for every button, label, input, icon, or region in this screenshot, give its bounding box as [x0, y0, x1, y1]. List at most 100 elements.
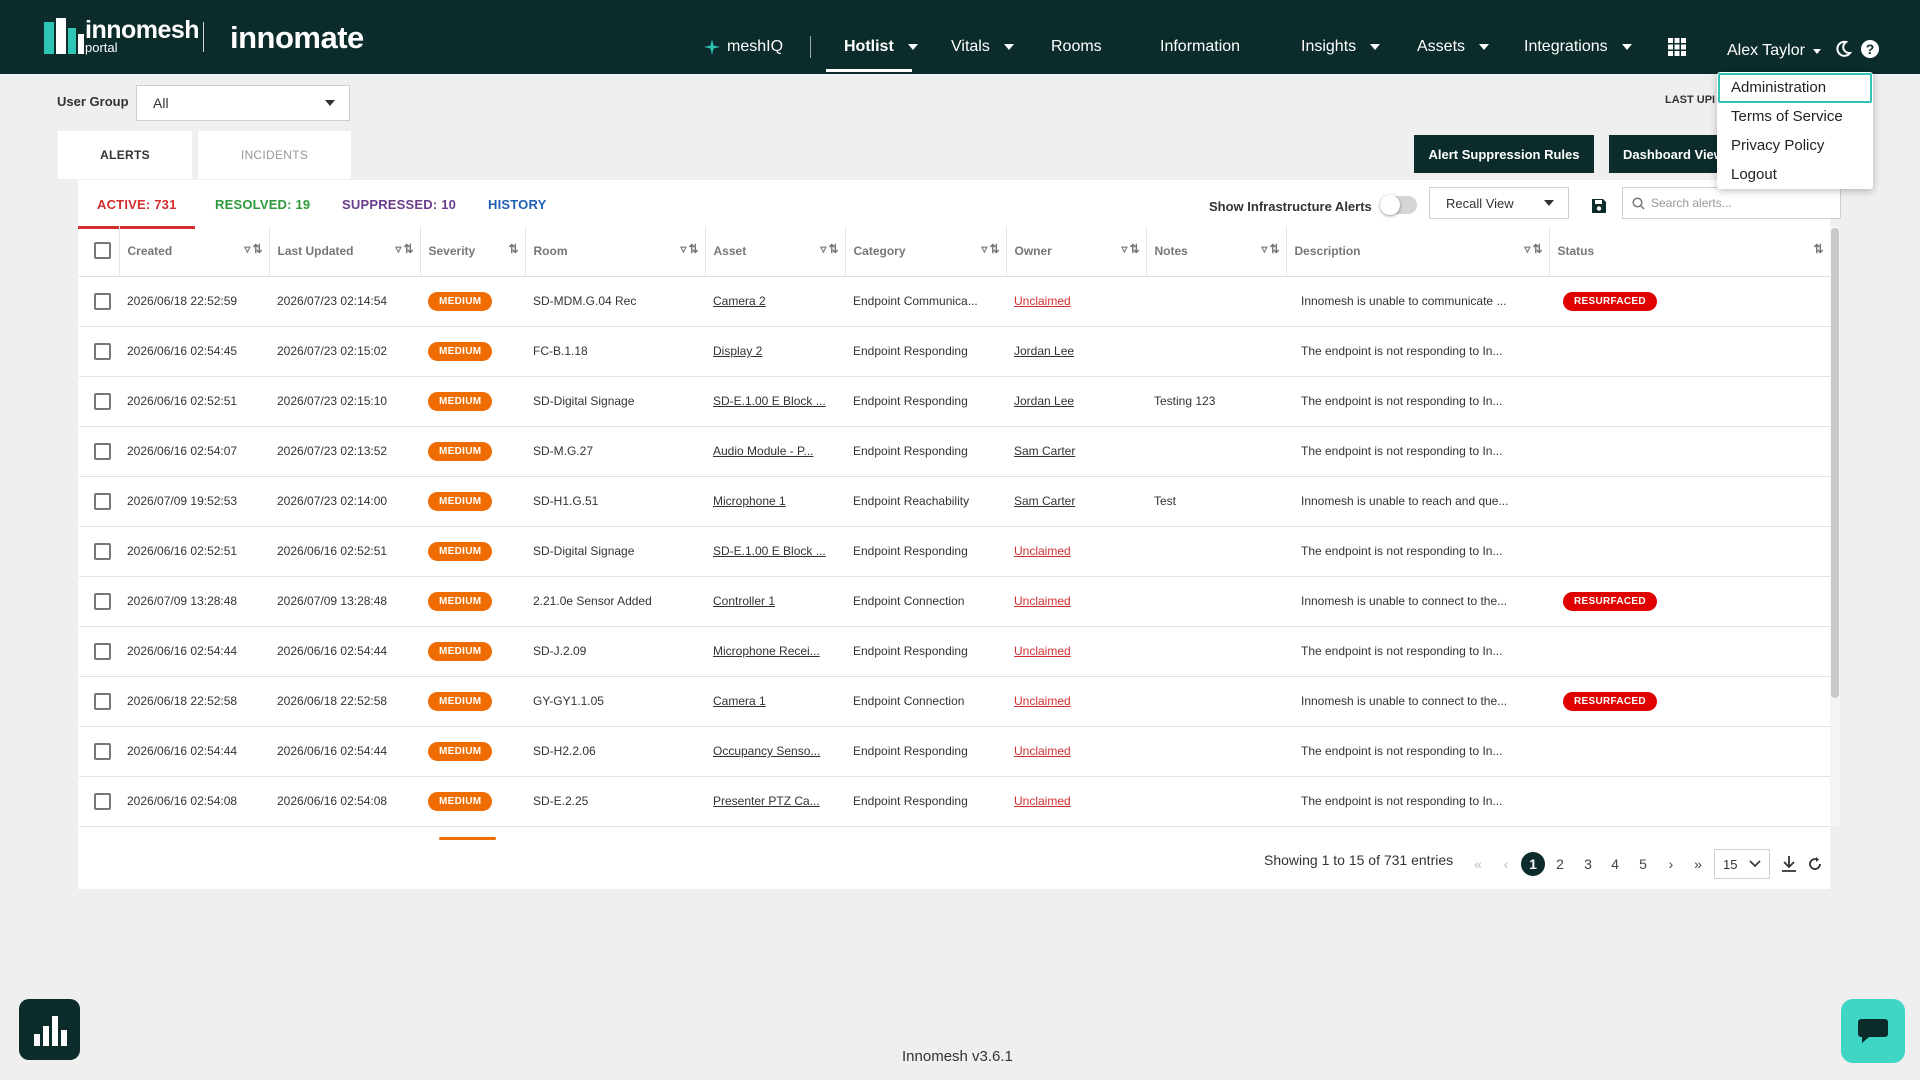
col-severity[interactable]: Severity ⇅ [420, 226, 526, 277]
owner-link[interactable]: Unclaimed [1014, 594, 1071, 608]
owner-link[interactable]: Unclaimed [1014, 294, 1071, 308]
subtab-suppressed[interactable]: SUPPRESSED: 10 [342, 197, 456, 212]
asset-link[interactable]: Presenter PTZ Ca... [713, 794, 820, 808]
table-row[interactable]: 2026/06/18 22:52:59 2026/07/23 02:14:54 ME… [79, 276, 1830, 327]
prev-page-icon[interactable]: ‹ [1494, 852, 1518, 876]
col-asset[interactable]: Asset ▿ ⇅ [705, 226, 846, 277]
last-page-icon[interactable]: » [1686, 852, 1710, 876]
page-3[interactable]: 3 [1576, 852, 1600, 876]
nav-meshiq[interactable]: meshIQ [703, 38, 783, 56]
table-row[interactable]: 2026/06/16 02:52:51 2026/07/23 02:15:10 ME… [79, 376, 1830, 427]
sort-icon[interactable]: ⇅ [828, 242, 838, 256]
page-size-select[interactable]: 15 [1714, 849, 1770, 879]
table-row[interactable]: 2026/07/09 19:52:53 2026/07/23 02:14:00 ME… [79, 476, 1830, 527]
filter-icon[interactable]: ▿ [244, 242, 250, 256]
analytics-fab[interactable] [19, 999, 80, 1060]
refresh-icon[interactable] [1807, 856, 1823, 872]
row-checkbox[interactable] [94, 492, 111, 510]
sort-icon[interactable]: ⇅ [508, 242, 518, 256]
row-checkbox[interactable] [94, 442, 111, 460]
subtab-active[interactable]: ACTIVE: 731 [97, 197, 177, 212]
first-page-icon[interactable]: « [1466, 852, 1490, 876]
filter-icon[interactable]: ▿ [1261, 242, 1267, 256]
save-view-icon[interactable] [1591, 198, 1607, 214]
col-description[interactable]: Description ▿ ⇅ [1286, 226, 1550, 277]
filter-icon[interactable]: ▿ [981, 242, 987, 256]
table-row[interactable]: 2026/06/16 02:54:08 2026/06/16 02:54:08 ME… [79, 776, 1830, 827]
menu-item-privacy[interactable]: Privacy Policy [1731, 137, 1824, 154]
table-row[interactable]: 2026/06/16 02:52:51 2026/06/16 02:52:51 ME… [79, 526, 1830, 577]
owner-link[interactable]: Jordan Lee [1014, 344, 1074, 358]
subtab-resolved[interactable]: RESOLVED: 19 [215, 197, 310, 212]
nav-hotlist[interactable]: Hotlist [844, 38, 918, 56]
search-alerts-input[interactable]: Search alerts... [1622, 187, 1841, 219]
nav-insights[interactable]: Insights [1301, 38, 1381, 56]
user-group-select[interactable]: All [136, 85, 350, 121]
table-row[interactable]: 2026/06/18 22:52:58 2026/06/18 22:52:58 ME… [79, 676, 1830, 727]
nav-integrations[interactable]: Integrations [1524, 38, 1632, 56]
tab-alerts[interactable]: ALERTS [58, 131, 192, 179]
asset-link[interactable]: Controller 1 [713, 594, 775, 608]
table-row[interactable]: 2026/07/09 13:28:48 2026/07/09 13:28:48 ME… [79, 576, 1830, 627]
asset-link[interactable]: Camera 1 [713, 694, 766, 708]
filter-icon[interactable]: ▿ [395, 242, 401, 256]
owner-link[interactable]: Unclaimed [1014, 744, 1071, 758]
row-checkbox[interactable] [94, 392, 111, 410]
sort-icon[interactable]: ⇅ [1813, 242, 1823, 256]
filter-icon[interactable]: ▿ [820, 242, 826, 256]
table-row[interactable]: 2026/06/16 02:54:07 2026/07/23 02:13:52 ME… [79, 426, 1830, 477]
owner-link[interactable]: Unclaimed [1014, 694, 1071, 708]
nav-vitals[interactable]: Vitals [951, 38, 1014, 56]
row-checkbox[interactable] [94, 342, 111, 360]
sort-icon[interactable]: ⇅ [688, 242, 698, 256]
user-menu-toggle[interactable]: Alex Taylor [1727, 42, 1821, 60]
menu-item-administration[interactable]: Administration [1731, 79, 1826, 96]
row-checkbox[interactable] [94, 792, 111, 810]
owner-link[interactable]: Unclaimed [1014, 544, 1071, 558]
owner-link[interactable]: Sam Carter [1014, 494, 1075, 508]
nav-assets[interactable]: Assets [1417, 38, 1490, 56]
sort-icon[interactable]: ⇅ [252, 242, 262, 256]
table-scrollbar-thumb[interactable] [1831, 228, 1839, 698]
asset-link[interactable]: Microphone Recei... [713, 644, 820, 658]
sort-icon[interactable]: ⇅ [989, 242, 999, 256]
menu-item-terms[interactable]: Terms of Service [1731, 108, 1843, 125]
row-checkbox[interactable] [94, 692, 111, 710]
owner-link[interactable]: Jordan Lee [1014, 394, 1074, 408]
table-row[interactable]: 2026/06/16 02:54:45 2026/07/23 02:15:02 ME… [79, 326, 1830, 377]
row-checkbox[interactable] [94, 642, 111, 660]
row-checkbox[interactable] [94, 592, 111, 610]
asset-link[interactable]: Occupancy Senso... [713, 744, 820, 758]
nav-rooms[interactable]: Rooms [1051, 38, 1102, 56]
filter-icon[interactable]: ▿ [680, 242, 686, 256]
help-icon[interactable]: ? [1860, 39, 1880, 59]
apps-grid-icon[interactable] [1668, 38, 1686, 56]
row-checkbox[interactable] [94, 542, 111, 560]
dark-mode-moon-icon[interactable] [1834, 40, 1852, 58]
sort-icon[interactable]: ⇅ [1129, 242, 1139, 256]
asset-link[interactable]: Microphone 1 [713, 494, 786, 508]
alert-suppression-rules-button[interactable]: Alert Suppression Rules [1414, 135, 1594, 173]
menu-item-logout[interactable]: Logout [1731, 166, 1777, 183]
owner-link[interactable]: Sam Carter [1014, 444, 1075, 458]
page-4[interactable]: 4 [1603, 852, 1627, 876]
subtab-history[interactable]: HISTORY [488, 197, 546, 212]
col-category[interactable]: Category ▿ ⇅ [845, 226, 1007, 277]
col-created[interactable]: Created ▿ ⇅ [119, 226, 270, 277]
owner-link[interactable]: Unclaimed [1014, 794, 1071, 808]
sort-icon[interactable]: ⇅ [1269, 242, 1279, 256]
filter-icon[interactable]: ▿ [1121, 242, 1127, 256]
sort-icon[interactable]: ⇅ [403, 242, 413, 256]
download-icon[interactable] [1781, 855, 1797, 873]
col-last-updated[interactable]: Last Updated ▿ ⇅ [269, 226, 421, 277]
filter-icon[interactable]: ▿ [1524, 242, 1530, 256]
col-room[interactable]: Room ▿ ⇅ [525, 226, 706, 277]
nav-information[interactable]: Information [1160, 38, 1240, 56]
asset-link[interactable]: SD-E.1.00 E Block ... [713, 394, 826, 408]
dashboard-view-button[interactable]: Dashboard View [1609, 135, 1721, 173]
table-row[interactable]: 2026/06/16 02:54:44 2026/06/16 02:54:44 ME… [79, 726, 1830, 777]
sort-icon[interactable]: ⇅ [1532, 242, 1542, 256]
col-owner[interactable]: Owner ▿ ⇅ [1006, 226, 1147, 277]
row-checkbox[interactable] [94, 292, 111, 310]
page-2[interactable]: 2 [1548, 852, 1572, 876]
